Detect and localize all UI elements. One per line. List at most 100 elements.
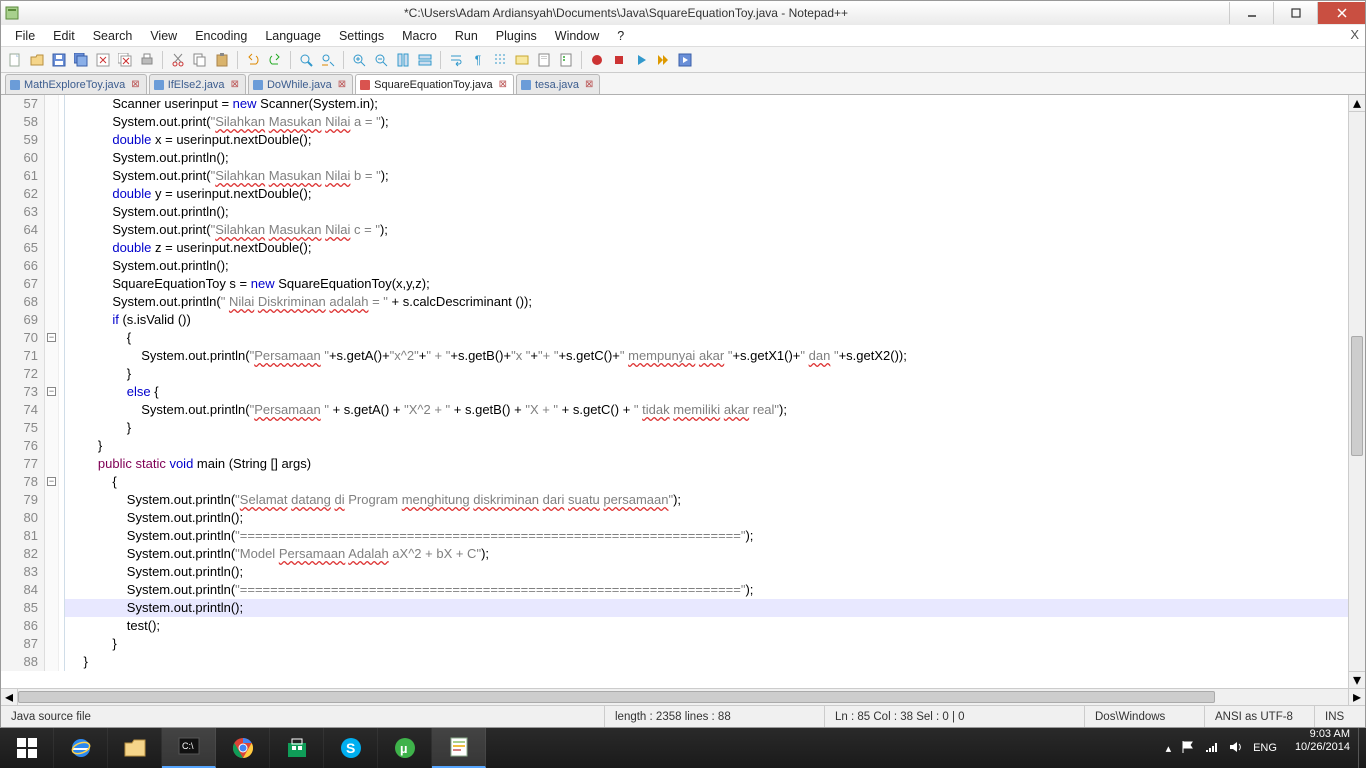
- code-line[interactable]: 59 double x = userinput.nextDouble();: [1, 131, 1348, 149]
- fold-gutter[interactable]: [45, 527, 59, 545]
- fold-marker-icon[interactable]: −: [47, 477, 56, 486]
- code-line[interactable]: 74 System.out.println("Persamaan " + s.g…: [1, 401, 1348, 419]
- fold-gutter[interactable]: [45, 581, 59, 599]
- fold-gutter[interactable]: [45, 167, 59, 185]
- code-content[interactable]: }: [65, 419, 1348, 437]
- indent-guide-icon[interactable]: [490, 50, 510, 70]
- close-button[interactable]: [1317, 2, 1365, 24]
- tray-lang[interactable]: ENG: [1253, 742, 1277, 754]
- code-line[interactable]: 82 System.out.println("Model Persamaan A…: [1, 545, 1348, 563]
- code-line[interactable]: 83 System.out.println();: [1, 563, 1348, 581]
- code-line[interactable]: 69 if (s.isValid ()): [1, 311, 1348, 329]
- doc-map-icon[interactable]: [534, 50, 554, 70]
- fold-gutter[interactable]: [45, 491, 59, 509]
- menu-settings[interactable]: Settings: [331, 27, 392, 45]
- menu-view[interactable]: View: [142, 27, 185, 45]
- taskbar-utorrent-icon[interactable]: µ: [378, 728, 432, 768]
- wordwrap-icon[interactable]: [446, 50, 466, 70]
- sync-v-icon[interactable]: [393, 50, 413, 70]
- tab-dowhile-java[interactable]: DoWhile.java⊠: [248, 74, 353, 94]
- taskbar-skype-icon[interactable]: S: [324, 728, 378, 768]
- code-content[interactable]: System.out.println();: [65, 509, 1348, 527]
- vertical-scrollbar[interactable]: ▴ ▾: [1348, 95, 1365, 688]
- code-line[interactable]: 84 System.out.println("=================…: [1, 581, 1348, 599]
- start-button[interactable]: [0, 728, 54, 768]
- code-line[interactable]: 58 System.out.print("Silahkan Masukan Ni…: [1, 113, 1348, 131]
- menu-plugins[interactable]: Plugins: [488, 27, 545, 45]
- save-macro-icon[interactable]: [675, 50, 695, 70]
- code-content[interactable]: SquareEquationToy s = new SquareEquation…: [65, 275, 1348, 293]
- taskbar-notepadpp-icon[interactable]: [432, 728, 486, 768]
- code-content[interactable]: System.out.println();: [65, 563, 1348, 581]
- cut-icon[interactable]: [168, 50, 188, 70]
- code-content[interactable]: System.out.println("====================…: [65, 581, 1348, 599]
- tab-squareequationtoy-java[interactable]: SquareEquationToy.java⊠: [355, 74, 514, 94]
- show-desktop-button[interactable]: [1358, 728, 1366, 768]
- scroll-thumb-h[interactable]: [18, 691, 1215, 703]
- code-line[interactable]: 72 }: [1, 365, 1348, 383]
- fold-gutter[interactable]: [45, 455, 59, 473]
- fold-gutter[interactable]: [45, 599, 59, 617]
- tab-close-icon[interactable]: ⊠: [336, 79, 348, 90]
- fold-gutter[interactable]: [45, 131, 59, 149]
- taskbar-chrome-icon[interactable]: [216, 728, 270, 768]
- code-content[interactable]: System.out.println();: [65, 149, 1348, 167]
- scroll-right-icon[interactable]: ▸: [1348, 689, 1365, 705]
- code-content[interactable]: System.out.println("Model Persamaan Adal…: [65, 545, 1348, 563]
- code-content[interactable]: {: [65, 473, 1348, 491]
- menu-language[interactable]: Language: [257, 27, 329, 45]
- lang-icon[interactable]: [512, 50, 532, 70]
- play-icon[interactable]: [631, 50, 651, 70]
- tab-close-icon[interactable]: ⊠: [129, 79, 141, 90]
- taskbar-store-icon[interactable]: [270, 728, 324, 768]
- maximize-button[interactable]: [1273, 2, 1317, 24]
- code-content[interactable]: Scanner userinput = new Scanner(System.i…: [65, 95, 1348, 113]
- code-line[interactable]: 57 Scanner userinput = new Scanner(Syste…: [1, 95, 1348, 113]
- scroll-left-icon[interactable]: ◂: [1, 689, 18, 705]
- show-all-chars-icon[interactable]: ¶: [468, 50, 488, 70]
- code-content[interactable]: double x = userinput.nextDouble();: [65, 131, 1348, 149]
- code-content[interactable]: double z = userinput.nextDouble();: [65, 239, 1348, 257]
- taskbar-clock[interactable]: 9:03 AM 10/26/2014: [1287, 728, 1358, 768]
- paste-icon[interactable]: [212, 50, 232, 70]
- tray-flag-icon[interactable]: [1181, 740, 1195, 757]
- record-icon[interactable]: [587, 50, 607, 70]
- code-line[interactable]: 65 double z = userinput.nextDouble();: [1, 239, 1348, 257]
- fold-gutter[interactable]: [45, 185, 59, 203]
- menu-macro[interactable]: Macro: [394, 27, 445, 45]
- code-line[interactable]: 76 }: [1, 437, 1348, 455]
- fold-gutter[interactable]: [45, 113, 59, 131]
- fold-gutter[interactable]: [45, 311, 59, 329]
- code-line[interactable]: 66 System.out.println();: [1, 257, 1348, 275]
- taskbar-cmd-icon[interactable]: C:\: [162, 728, 216, 768]
- code-content[interactable]: }: [65, 653, 1348, 671]
- fold-gutter[interactable]: [45, 635, 59, 653]
- code-content[interactable]: System.out.print("Silahkan Masukan Nilai…: [65, 113, 1348, 131]
- code-content[interactable]: else {: [65, 383, 1348, 401]
- tab-close-icon[interactable]: ⊠: [583, 79, 595, 90]
- close-doc-icon[interactable]: [93, 50, 113, 70]
- play-multi-icon[interactable]: [653, 50, 673, 70]
- fold-marker-icon[interactable]: −: [47, 387, 56, 396]
- menu-edit[interactable]: Edit: [45, 27, 83, 45]
- code-line[interactable]: 62 double y = userinput.nextDouble();: [1, 185, 1348, 203]
- code-content[interactable]: if (s.isValid ()): [65, 311, 1348, 329]
- tab-ifelse2-java[interactable]: IfElse2.java⊠: [149, 74, 246, 94]
- menu-help[interactable]: ?: [609, 27, 632, 45]
- code-content[interactable]: System.out.println("Persamaan "+s.getA()…: [65, 347, 1348, 365]
- system-tray[interactable]: ▴ ENG: [1156, 728, 1287, 768]
- code-editor[interactable]: 57 Scanner userinput = new Scanner(Syste…: [1, 95, 1348, 688]
- code-line[interactable]: 88 }: [1, 653, 1348, 671]
- fold-gutter[interactable]: [45, 347, 59, 365]
- fold-gutter[interactable]: [45, 653, 59, 671]
- new-file-icon[interactable]: [5, 50, 25, 70]
- code-content[interactable]: System.out.println();: [65, 599, 1348, 617]
- find-icon[interactable]: [296, 50, 316, 70]
- fold-gutter[interactable]: [45, 401, 59, 419]
- taskbar-explorer-icon[interactable]: [108, 728, 162, 768]
- tray-network-icon[interactable]: [1205, 740, 1219, 757]
- copy-icon[interactable]: [190, 50, 210, 70]
- redo-icon[interactable]: [265, 50, 285, 70]
- code-content[interactable]: System.out.println();: [65, 257, 1348, 275]
- code-content[interactable]: }: [65, 365, 1348, 383]
